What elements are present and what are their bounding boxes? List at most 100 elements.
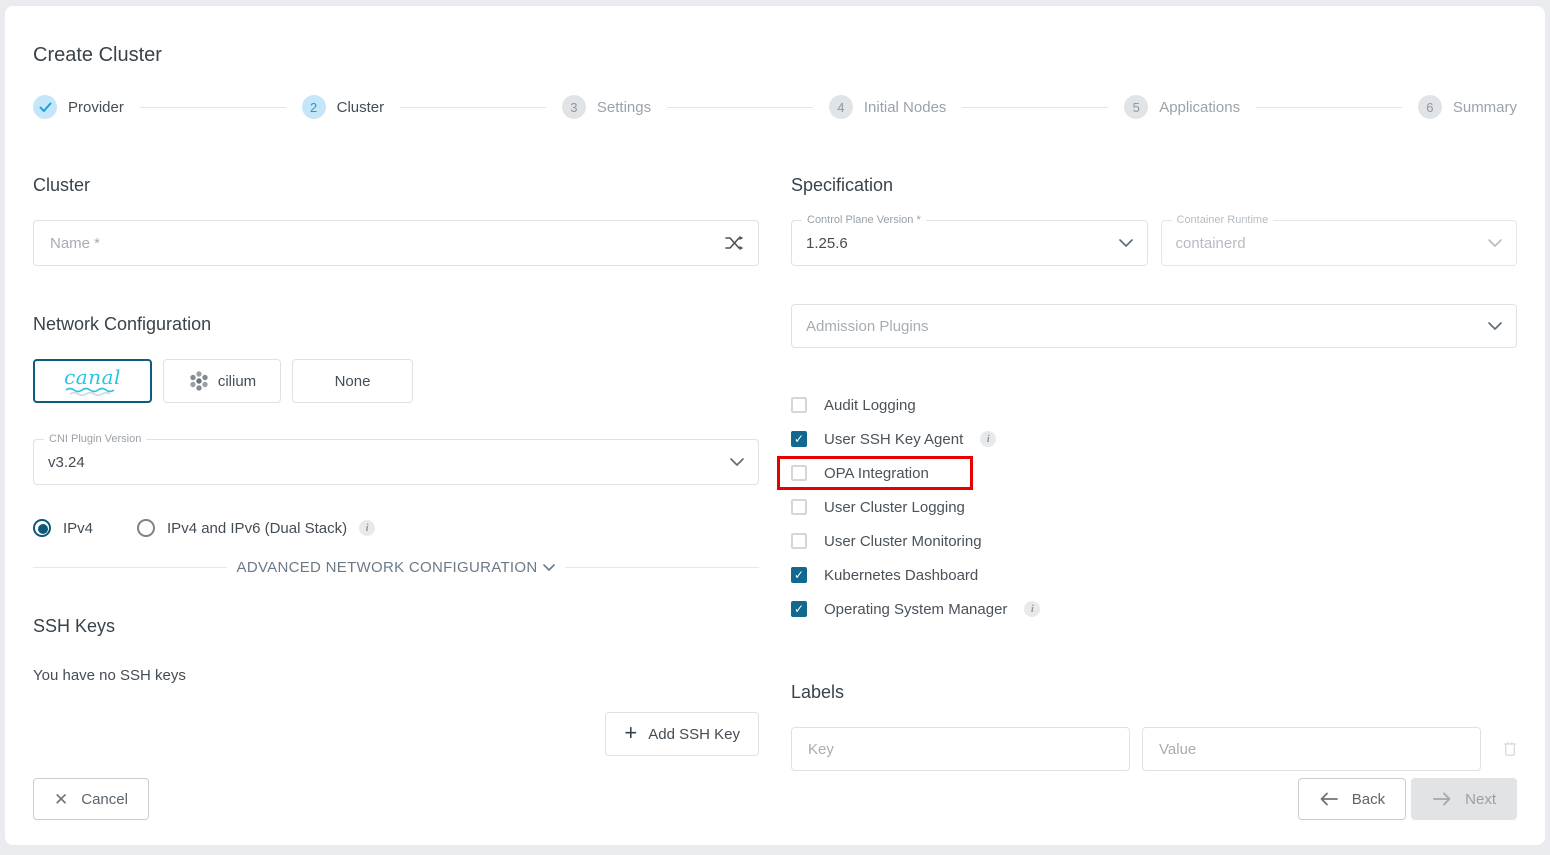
- checkbox-label: OPA Integration: [824, 465, 929, 482]
- divider-line: [565, 567, 759, 568]
- label-key-field[interactable]: [791, 727, 1130, 771]
- step-label: Settings: [597, 99, 651, 116]
- info-icon[interactable]: i: [359, 520, 375, 536]
- ssh-keys-heading: SSH Keys: [33, 616, 759, 637]
- stepper-connector: [400, 107, 546, 108]
- advanced-network-label: ADVANCED NETWORK CONFIGURATION: [237, 559, 538, 576]
- checkbox-row-audit-logging[interactable]: Audit Logging: [791, 388, 1517, 422]
- checkbox-row-user-cluster-logging[interactable]: User Cluster Logging: [791, 490, 1517, 524]
- step-applications: 5 Applications: [1124, 95, 1240, 119]
- step-label: Initial Nodes: [864, 99, 947, 116]
- container-runtime-label: Container Runtime: [1172, 213, 1274, 227]
- checkbox-label: User Cluster Logging: [824, 499, 965, 516]
- admission-plugins-placeholder: Admission Plugins: [806, 318, 1488, 335]
- feature-checkbox-list: Audit Logging ✓ User SSH Key Agent i OPA…: [791, 388, 1517, 626]
- advanced-network-configuration-toggle[interactable]: ADVANCED NETWORK CONFIGURATION: [33, 559, 759, 576]
- step-initial-nodes: 4 Initial Nodes: [829, 95, 947, 119]
- ssh-keys-empty-text: You have no SSH keys: [33, 667, 759, 684]
- chevron-down-icon: [1488, 239, 1502, 247]
- checkbox-label: User Cluster Monitoring: [824, 533, 982, 550]
- container-runtime-value: containerd: [1176, 235, 1489, 252]
- cni-option-label: None: [335, 373, 371, 390]
- checkbox-icon[interactable]: ✓: [791, 567, 807, 583]
- radio-dual-stack[interactable]: IPv4 and IPv6 (Dual Stack) i: [137, 519, 375, 537]
- add-ssh-key-button[interactable]: + Add SSH Key: [605, 712, 759, 756]
- step-provider[interactable]: Provider: [33, 95, 124, 119]
- step-label: Applications: [1159, 99, 1240, 116]
- info-icon[interactable]: i: [980, 431, 996, 447]
- labels-row: [791, 727, 1517, 771]
- page-title: Create Cluster: [33, 44, 1517, 67]
- next-button[interactable]: Next: [1411, 778, 1517, 820]
- radio-ipv4[interactable]: IPv4: [33, 519, 93, 537]
- close-icon: ✕: [54, 791, 68, 808]
- chevron-down-icon: [1488, 322, 1502, 330]
- checkbox-row-opa-integration[interactable]: OPA Integration: [791, 456, 1517, 490]
- container-runtime-select: Container Runtime containerd: [1161, 220, 1518, 266]
- cni-version-value: v3.24: [48, 454, 730, 471]
- cni-option-group: canal: [33, 359, 759, 403]
- step-number: 6: [1418, 95, 1442, 119]
- label-value-field[interactable]: [1142, 727, 1481, 771]
- right-column: Specification Control Plane Version * 1.…: [791, 159, 1517, 771]
- step-settings: 3 Settings: [562, 95, 651, 119]
- cluster-name-input[interactable]: [48, 234, 725, 253]
- admission-plugins-select[interactable]: Admission Plugins: [791, 304, 1517, 348]
- chevron-down-icon: [1119, 239, 1133, 247]
- delete-label-icon[interactable]: [1503, 739, 1517, 759]
- cni-option-canal[interactable]: canal: [33, 359, 152, 403]
- radio-label: IPv4: [63, 520, 93, 537]
- arrow-right-icon: [1432, 792, 1452, 806]
- back-button[interactable]: Back: [1298, 778, 1406, 820]
- step-label: Summary: [1453, 99, 1517, 116]
- step-number: 4: [829, 95, 853, 119]
- control-plane-version-select[interactable]: Control Plane Version * 1.25.6: [791, 220, 1148, 266]
- cni-version-select[interactable]: CNI Plugin Version v3.24: [33, 439, 759, 485]
- checkbox-label: Audit Logging: [824, 397, 916, 414]
- specification-heading: Specification: [791, 175, 1517, 196]
- divider-line: [33, 567, 227, 568]
- checkbox-icon[interactable]: [791, 397, 807, 413]
- step-number: 5: [1124, 95, 1148, 119]
- checkbox-icon[interactable]: [791, 533, 807, 549]
- cluster-name-field[interactable]: [33, 220, 759, 266]
- labels-heading: Labels: [791, 682, 1517, 703]
- checkbox-icon[interactable]: ✓: [791, 601, 807, 617]
- step-cluster[interactable]: 2 Cluster: [302, 95, 385, 119]
- checkbox-icon[interactable]: [791, 499, 807, 515]
- plus-icon: +: [624, 722, 637, 744]
- step-number: 2: [302, 95, 326, 119]
- checkbox-icon[interactable]: ✓: [791, 431, 807, 447]
- shuffle-icon[interactable]: [725, 235, 744, 251]
- checkbox-label: Kubernetes Dashboard: [824, 567, 978, 584]
- stepper-connector: [667, 107, 813, 108]
- network-section-heading: Network Configuration: [33, 314, 759, 335]
- radio-icon: [33, 519, 51, 537]
- label-key-input[interactable]: [806, 740, 1115, 759]
- checkbox-row-user-cluster-monitoring[interactable]: User Cluster Monitoring: [791, 524, 1517, 558]
- cni-option-label: cilium: [218, 373, 256, 390]
- step-label: Cluster: [337, 99, 385, 116]
- checkbox-row-operating-system-manager[interactable]: ✓ Operating System Manager i: [791, 592, 1517, 626]
- chevron-down-icon: [730, 458, 744, 466]
- cni-option-cilium[interactable]: cilium: [163, 359, 281, 403]
- checkbox-label: User SSH Key Agent: [824, 431, 963, 448]
- wizard-footer: ✕ Cancel Back Next: [33, 778, 1517, 820]
- checkbox-icon[interactable]: [791, 465, 807, 481]
- stepper-connector: [140, 107, 286, 108]
- info-icon[interactable]: i: [1024, 601, 1040, 617]
- cancel-button[interactable]: ✕ Cancel: [33, 778, 149, 820]
- create-cluster-wizard: Create Cluster Provider 2 Cluster 3 Sett…: [5, 6, 1545, 845]
- cluster-section-heading: Cluster: [33, 175, 759, 196]
- ip-family-radio-group: IPv4 IPv4 and IPv6 (Dual Stack) i: [33, 519, 759, 537]
- control-plane-version-value: 1.25.6: [806, 235, 1119, 252]
- cni-version-label: CNI Plugin Version: [44, 432, 146, 446]
- checkbox-row-user-ssh-key-agent[interactable]: ✓ User SSH Key Agent i: [791, 422, 1517, 456]
- checkbox-row-kubernetes-dashboard[interactable]: ✓ Kubernetes Dashboard: [791, 558, 1517, 592]
- arrow-left-icon: [1319, 792, 1339, 806]
- chevron-down-icon: [543, 564, 555, 571]
- label-value-input[interactable]: [1157, 740, 1466, 759]
- step-summary: 6 Summary: [1418, 95, 1517, 119]
- checkbox-label: Operating System Manager: [824, 601, 1007, 618]
- cni-option-none[interactable]: None: [292, 359, 413, 403]
